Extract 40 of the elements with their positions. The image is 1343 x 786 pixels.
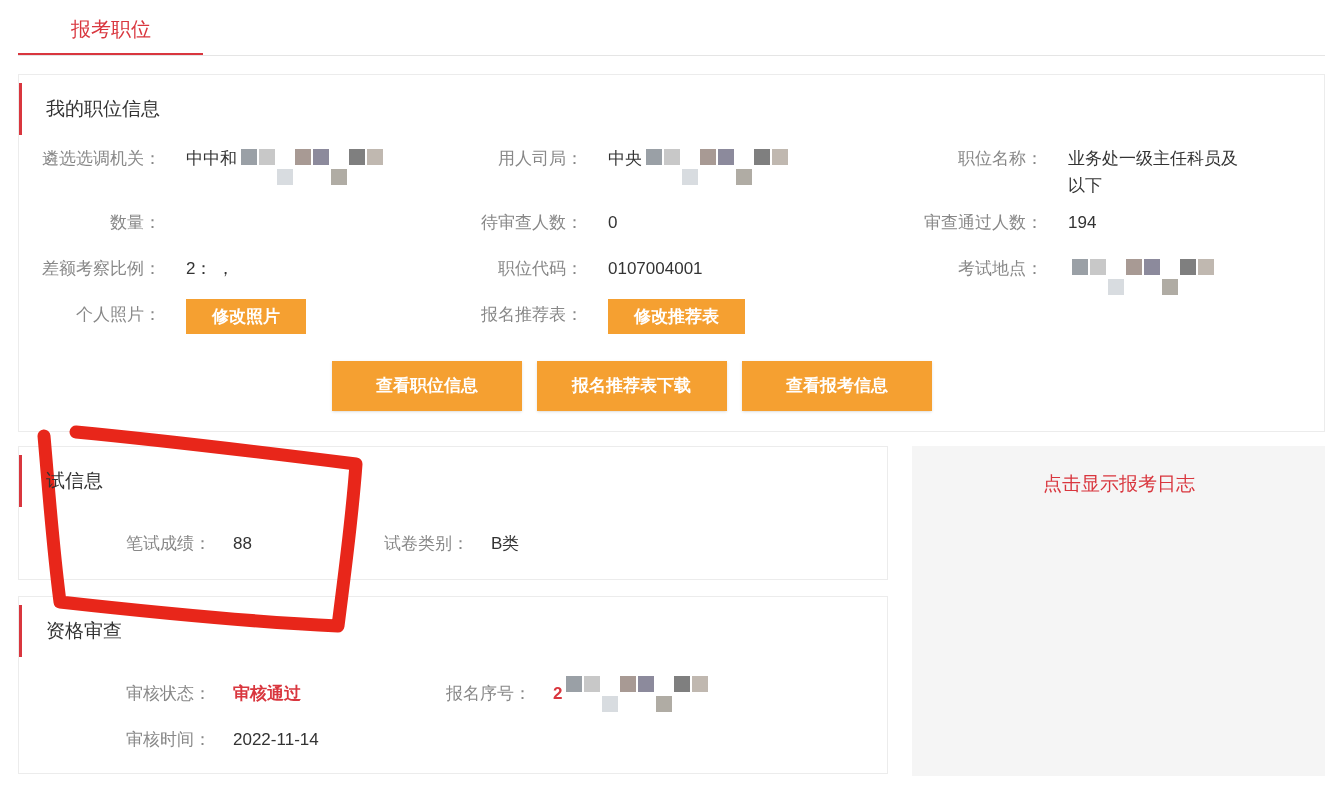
field-label: 个人照片： — [75, 304, 161, 326]
section-title: 资格审查 — [46, 618, 122, 643]
field-value: 88 — [233, 533, 252, 556]
field-label: 职位名称： — [957, 148, 1043, 170]
field-label: 审查通过人数： — [923, 212, 1043, 234]
field-value: 2： ， — [186, 258, 235, 280]
action-button[interactable]: 报名推荐表下载 — [536, 361, 727, 411]
field-label: 笔试成绩： — [125, 533, 211, 556]
field-label: 审核时间： — [125, 729, 211, 752]
field-value: B类 — [491, 533, 520, 556]
edit-button[interactable]: 修改照片 — [186, 299, 306, 334]
action-button[interactable]: 查看报考信息 — [741, 361, 932, 411]
tab[interactable]: 报考职位 — [18, 8, 203, 55]
status-value: 2 — [553, 683, 563, 706]
log-link[interactable]: 点击显示报考日志 — [1042, 470, 1195, 498]
accent-bar — [19, 83, 22, 135]
action-button[interactable]: 查看职位信息 — [331, 361, 522, 411]
field-value: 194 — [1068, 212, 1097, 234]
field-label: 遴选选调机关： — [41, 148, 161, 170]
field-label: 试卷类别： — [383, 533, 469, 556]
field-label: 报名推荐表： — [480, 304, 583, 326]
field-label: 差额考察比例： — [41, 258, 161, 280]
accent-bar — [19, 455, 22, 507]
field-label: 职位代码： — [497, 258, 583, 280]
field-label: 待审查人数： — [480, 212, 583, 234]
accent-bar — [19, 605, 22, 657]
status-value: 审核通过 — [233, 683, 301, 706]
field-label: 数量： — [109, 212, 161, 234]
section-title: 我的职位信息 — [46, 96, 160, 121]
field-value: 中中和 — [186, 148, 237, 170]
field-value: 中央 — [608, 148, 642, 170]
field-value: 业务处一级主任科员及以下 — [1068, 148, 1238, 197]
field-label: 用人司局： — [497, 148, 583, 170]
field-label: 报名序号： — [445, 683, 531, 706]
field-label: 考试地点： — [957, 258, 1043, 280]
edit-button[interactable]: 修改推荐表 — [608, 299, 745, 334]
field-value: 0107004001 — [608, 258, 703, 280]
field-label: 审核状态： — [125, 683, 211, 706]
field-value: 2022-11-14 — [233, 729, 319, 752]
field-value: 0 — [608, 212, 618, 234]
